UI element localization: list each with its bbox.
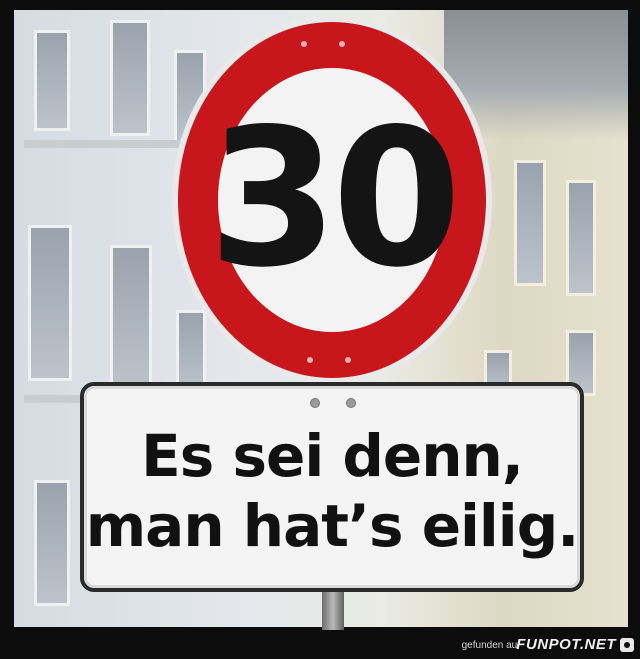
- rivet-top-right: [346, 398, 356, 408]
- footer-bar: gefunden auf FUNPOT.NET: [0, 632, 640, 659]
- sign-text-line-2: man hat’s eilig.: [85, 492, 580, 560]
- building-window: [28, 225, 72, 381]
- footer-credit: gefunden auf: [461, 640, 520, 651]
- sign-text-line-1: Es sei denn,: [141, 422, 524, 490]
- speed-limit-number: 30: [208, 88, 461, 309]
- building-window: [34, 30, 70, 131]
- supplementary-sign: Es sei denn, man hat’s eilig.: [80, 382, 584, 592]
- rivet-top-left: [301, 41, 307, 47]
- building-ledge: [24, 395, 84, 403]
- rivet-top-left: [310, 398, 320, 408]
- speed-limit-sign: 30: [170, 14, 494, 386]
- building-window: [110, 245, 152, 391]
- building-window: [566, 180, 596, 296]
- brand-logo-text: FUNPOT.NET: [516, 636, 616, 653]
- building-window: [34, 480, 70, 606]
- brand-logo-icon: [620, 638, 634, 652]
- sign-pole: [322, 590, 344, 630]
- building-window: [110, 20, 150, 136]
- rivet-top-right: [339, 41, 345, 47]
- building-window: [514, 160, 546, 286]
- rivet-bottom-left: [307, 357, 313, 363]
- rivet-bottom-right: [345, 357, 351, 363]
